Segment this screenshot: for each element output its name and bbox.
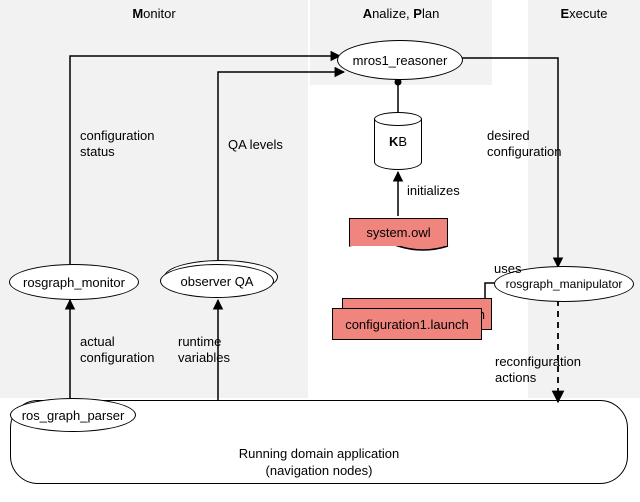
ros-graph-parser-label: ros_graph_parser — [22, 408, 125, 423]
label-config-status: configuration status — [80, 128, 154, 159]
region-execute-label: Execute — [561, 6, 608, 21]
reasoner-label: mros1_reasoner — [353, 53, 448, 68]
observer-qa-label: observer QA — [181, 274, 254, 289]
node-rosgraph-monitor: rosgraph_monitor — [9, 264, 139, 300]
label-uses: uses — [494, 261, 521, 277]
label-reconfig-actions: reconfiguration actions — [495, 354, 581, 385]
label-actual-config: actual configuration — [80, 334, 154, 365]
node-mros1-reasoner: mros1_reasoner — [337, 40, 463, 80]
region-monitor-label: Monitor — [132, 6, 175, 21]
diagram-canvas: Monitor Analize, Plan Execute Running do… — [0, 0, 640, 502]
system-owl-label: system.owl — [366, 225, 430, 240]
region-analize-label: Analize, Plan — [363, 6, 440, 21]
config-launch-label: configuration1.launch — [345, 317, 469, 332]
rosgraph-manipulator-label: rosgraph_manipulator — [506, 277, 623, 291]
label-desired-config: desired configuration — [487, 128, 561, 159]
label-runtime-vars: runtime variables — [178, 334, 230, 365]
node-ros-graph-parser: ros_graph_parser — [10, 398, 136, 432]
kb-label: KB — [374, 134, 422, 149]
node-kb: KB — [374, 112, 422, 170]
region-execute: Execute — [528, 0, 640, 398]
node-config-launch: configuration1.launch — [332, 308, 482, 340]
node-system-owl: system.owl — [349, 218, 448, 246]
label-qa-levels: QA levels — [228, 137, 283, 153]
node-observer-qa: observer QA — [160, 260, 278, 300]
label-initializes: initializes — [407, 183, 460, 199]
app-line2: (navigation nodes) — [266, 463, 373, 478]
app-line1: Running domain application — [239, 446, 399, 461]
rosgraph-monitor-label: rosgraph_monitor — [23, 275, 125, 290]
